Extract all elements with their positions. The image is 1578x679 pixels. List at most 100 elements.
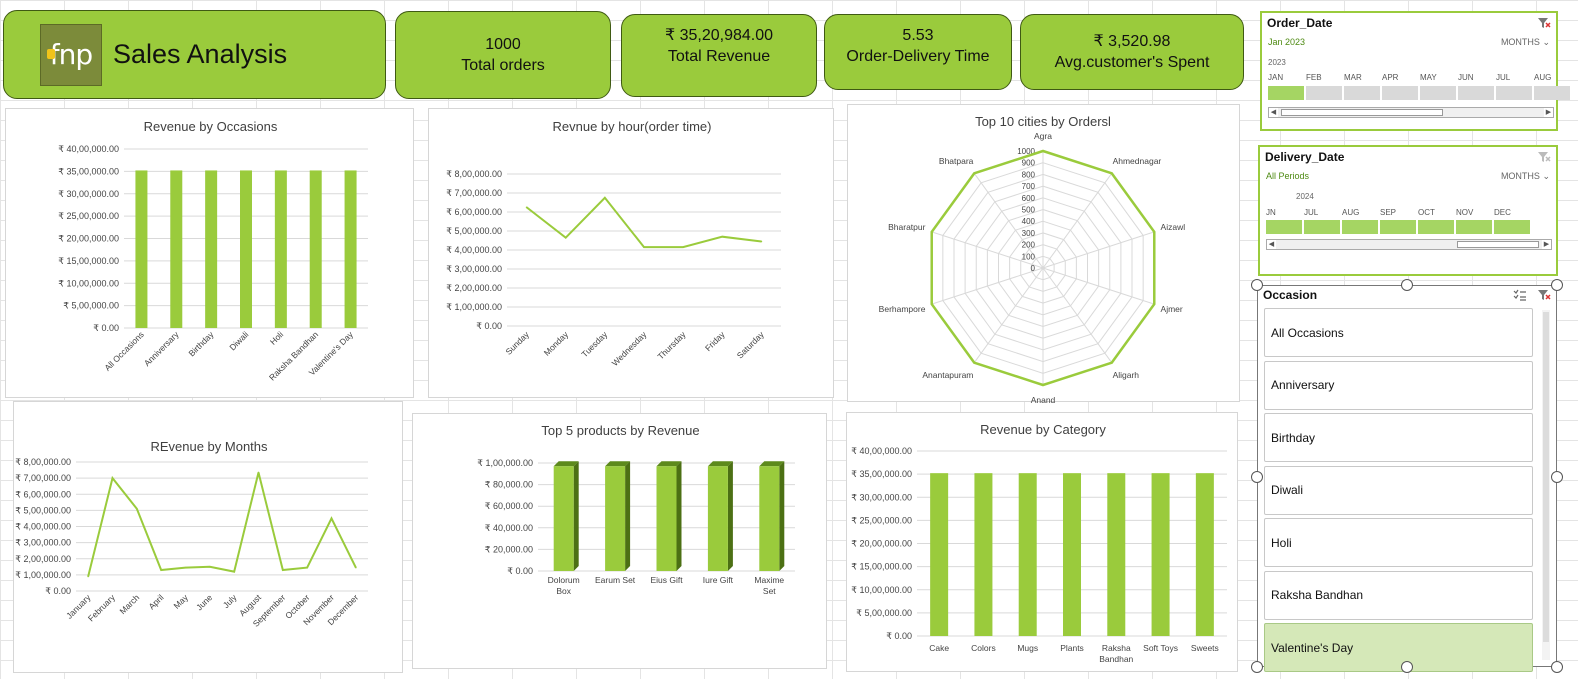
timeline-bar[interactable]: [1268, 86, 1570, 100]
scroll-left-icon[interactable]: ◀: [1267, 240, 1276, 249]
timeline-period-cell[interactable]: [1268, 86, 1304, 100]
bar: [309, 170, 322, 328]
chart-top-products[interactable]: Top 5 products by Revenue ₹ 0.00 ₹ 20,000.…: [412, 413, 827, 669]
x-tick-label: Bandhan: [1099, 654, 1133, 664]
resize-handle[interactable]: [1551, 661, 1563, 673]
y-tick-label: ₹ 5,00,000.00: [856, 608, 912, 618]
order-date-slicer[interactable]: Order_Date Jan 2023 MONTHS ⌄ 2023 JAN FEB…: [1260, 11, 1570, 131]
y-tick-label: ₹ 0.00: [507, 566, 533, 576]
chart-top-cities[interactable]: Top 10 cities by Ordersl 0 100 200 300 400 500…: [847, 104, 1240, 403]
timeline-period-cell[interactable]: [1382, 86, 1418, 100]
slicer-item[interactable]: Raksha Bandhan: [1264, 570, 1533, 620]
timeline-period-cell[interactable]: [1458, 86, 1494, 100]
x-tick-label: May: [171, 592, 190, 611]
y-tick-label: ₹ 4,00,000.00: [446, 245, 502, 255]
x-tick-label: Set: [763, 586, 776, 596]
slicer-item-label: Diwali: [1271, 483, 1304, 497]
radar-axis-label: Agra: [1034, 131, 1052, 141]
resize-handle[interactable]: [1251, 471, 1263, 483]
timeline-bar[interactable]: [1266, 220, 1530, 234]
bar: [605, 466, 626, 571]
y-tick-label: ₹ 1,00,000.00: [15, 570, 71, 580]
bar: [170, 170, 183, 328]
timeline-month-label: MAR: [1344, 73, 1362, 82]
page-title: Sales Analysis: [113, 39, 288, 69]
resize-handle[interactable]: [1251, 279, 1263, 291]
slicer-item[interactable]: Diwali: [1264, 465, 1533, 515]
slicer-item[interactable]: All Occasions: [1264, 308, 1533, 357]
x-tick-label: Tuesday: [579, 329, 609, 359]
chevron-down-icon: ⌄: [1542, 37, 1550, 47]
timeline-period-cell[interactable]: [1344, 86, 1380, 100]
scroll-left-icon[interactable]: ◀: [1269, 108, 1278, 117]
chart-svg: Revenue by Occasions ₹ 0.00 ₹ 5,00,000.00 ₹…: [58, 119, 368, 383]
timeline-scrollbar[interactable]: ◀ ▶: [1268, 107, 1554, 118]
resize-handle[interactable]: [1401, 661, 1413, 673]
chart-revenue-by-hour[interactable]: Revnue by hour(order time) ₹ 0.00 ₹ 1,00,0…: [428, 108, 834, 398]
series-line: [87, 472, 357, 577]
delivery-date-slicer[interactable]: Delivery_Date All Periods MONTHS ⌄ 2024 …: [1258, 145, 1558, 276]
time-level-dropdown[interactable]: MONTHS ⌄: [1501, 37, 1550, 48]
timeline-scrollbar[interactable]: ◀ ▶: [1266, 239, 1552, 250]
resize-handle[interactable]: [1401, 279, 1413, 291]
r-tick-label: 500: [1022, 206, 1036, 215]
y-tick-label: ₹ 3,00,000.00: [446, 264, 502, 274]
timeline-period-cell[interactable]: [1304, 220, 1340, 234]
chart-title: Top 5 products by Revenue: [541, 423, 699, 438]
timeline-selection: All Periods: [1266, 171, 1310, 181]
fnp-logo: fnp: [40, 23, 102, 86]
slicer-scrollbar[interactable]: [1542, 310, 1550, 660]
timeline-period-cell[interactable]: [1342, 220, 1378, 234]
y-tick-label: ₹ 7,00,000.00: [15, 473, 71, 483]
data-point: [525, 206, 528, 209]
timeline-month-labels: JAN FEB MAR APR MAY JUN JUL AUG: [1268, 73, 1554, 83]
clear-filter-icon[interactable]: [1537, 17, 1551, 29]
data-point: [233, 570, 235, 573]
radar-axis-label: Ajmer: [1161, 304, 1183, 314]
timeline-period-cell[interactable]: [1266, 220, 1302, 234]
dashboard-title-card: fnp Sales Analysis: [3, 10, 386, 99]
scroll-right-icon[interactable]: ▶: [1544, 108, 1553, 117]
data-point: [643, 246, 645, 248]
resize-handle[interactable]: [1551, 279, 1563, 291]
timeline-period-cell[interactable]: [1456, 220, 1492, 234]
resize-handle[interactable]: [1251, 661, 1263, 673]
timeline-month-label: OCT: [1418, 208, 1435, 217]
scroll-thumb[interactable]: [1457, 241, 1539, 248]
kpi-value: 1000: [485, 36, 521, 53]
timeline-period-cell[interactable]: [1306, 86, 1342, 100]
timeline-period-cell[interactable]: [1420, 86, 1456, 100]
slicer-item[interactable]: Anniversary: [1264, 360, 1533, 410]
multi-select-icon[interactable]: [1513, 289, 1527, 301]
time-level-dropdown[interactable]: MONTHS ⌄: [1501, 171, 1550, 182]
chart-revenue-by-category[interactable]: Revenue by Category ₹ 0.00 ₹ 5,00,000.00 ₹ …: [846, 412, 1238, 672]
timeline-year: 2024: [1296, 192, 1314, 201]
timeline-period-cell[interactable]: [1418, 220, 1454, 234]
kpi-label: Total orders: [461, 57, 545, 74]
slicer-item[interactable]: Holi: [1264, 518, 1533, 567]
scroll-thumb[interactable]: [1281, 109, 1443, 116]
clear-filter-icon[interactable]: [1537, 151, 1551, 163]
scroll-right-icon[interactable]: ▶: [1542, 240, 1551, 249]
x-tick-label: Iure Gift: [703, 575, 734, 585]
y-tick-label: ₹ 0.00: [886, 631, 912, 641]
timeline-period-cell[interactable]: [1534, 86, 1570, 100]
y-tick-label: ₹ 40,00,000.00: [58, 144, 119, 154]
y-tick-label: ₹ 20,000.00: [485, 544, 533, 554]
timeline-period-cell[interactable]: [1380, 220, 1416, 234]
clear-filter-icon[interactable]: [1537, 289, 1551, 301]
x-tick-label: Maxime: [754, 575, 784, 585]
slicer-item[interactable]: Birthday: [1264, 413, 1533, 462]
slicer-item[interactable]: Valentine's Day: [1264, 623, 1533, 672]
chart-revenue-by-occasions[interactable]: Revenue by Occasions ₹ 0.00 ₹ 5,00,000.00 ₹…: [5, 108, 414, 398]
x-tick-label: Dolorum: [548, 575, 580, 585]
timeline-period-cell[interactable]: [1496, 86, 1532, 100]
bar: [205, 170, 218, 328]
occasion-slicer[interactable]: Occasion All Occasions Anniversary Birthda…: [1257, 285, 1557, 672]
r-tick-label: 600: [1022, 194, 1036, 203]
bar-side: [727, 461, 733, 571]
timeline-period-cell[interactable]: [1494, 220, 1530, 234]
resize-handle[interactable]: [1551, 471, 1563, 483]
chart-revenue-by-months[interactable]: REvenue by Months ₹ 0.00 ₹ 1,00,000.00 ₹ 2,…: [13, 401, 403, 673]
scroll-thumb[interactable]: [1543, 312, 1549, 642]
